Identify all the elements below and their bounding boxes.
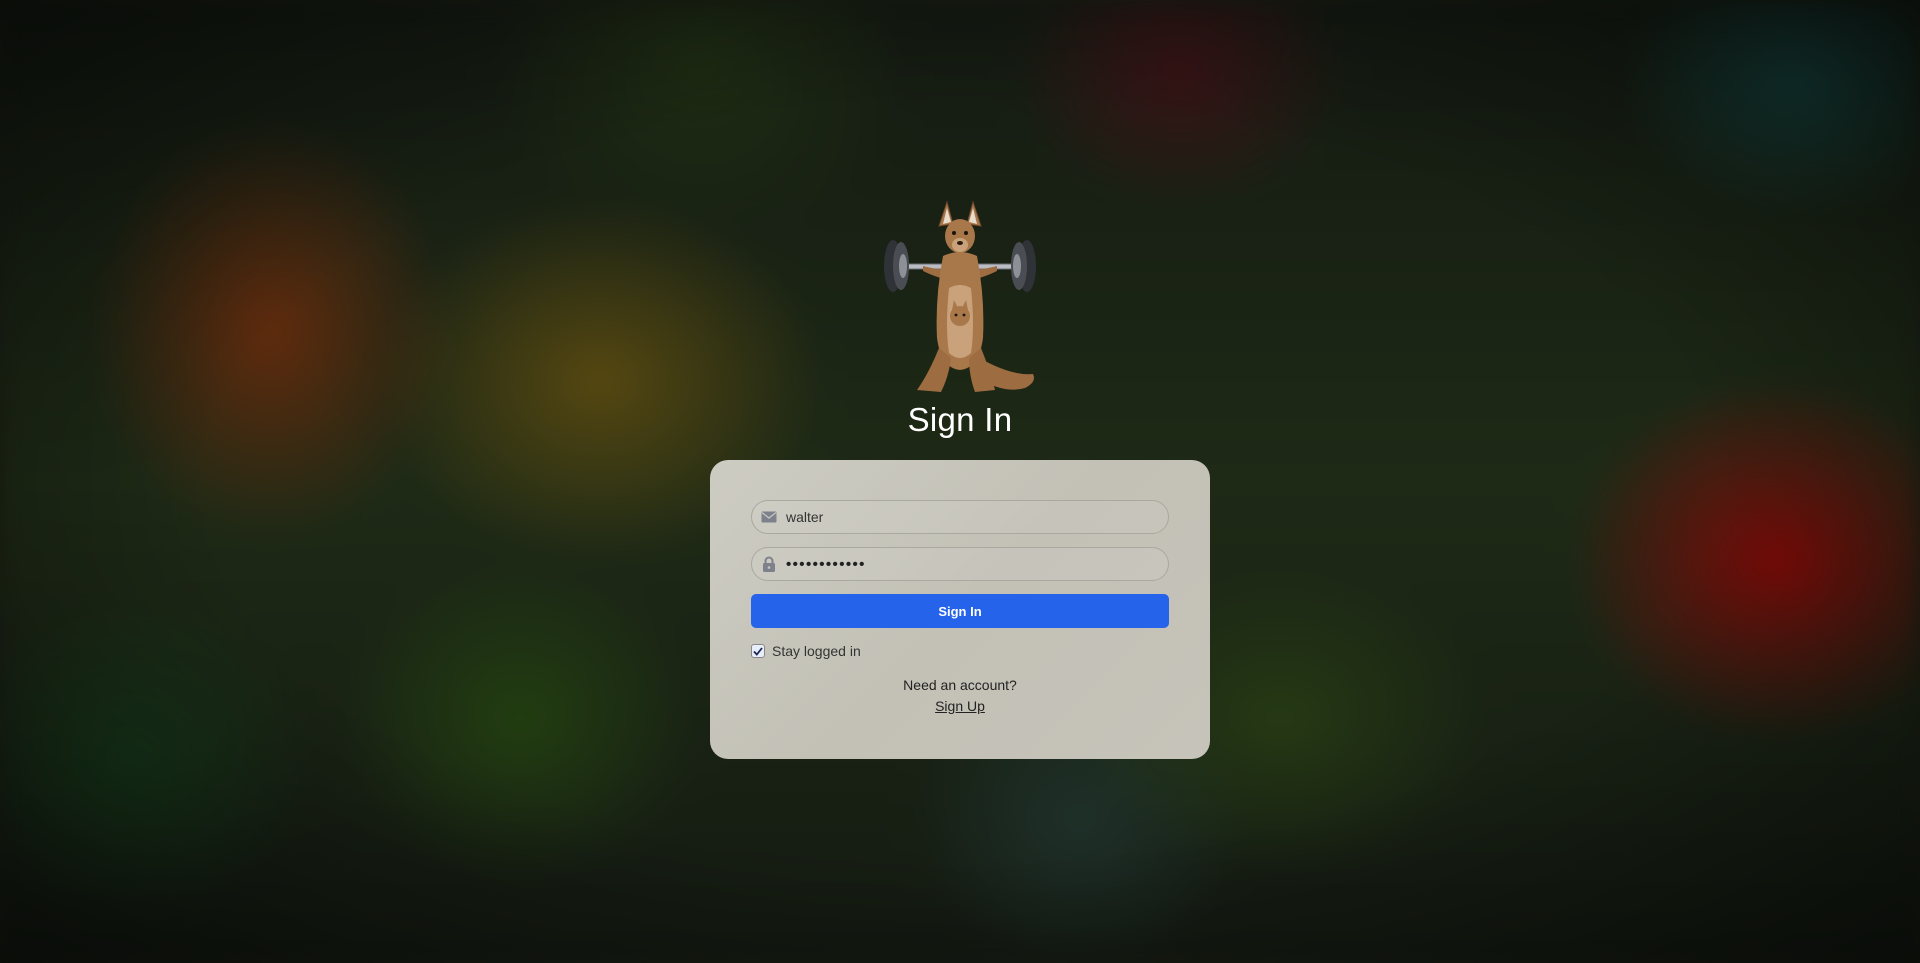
stay-logged-in-row[interactable]: Stay logged in <box>751 643 1169 659</box>
stay-logged-in-label: Stay logged in <box>772 643 861 659</box>
kangaroo-logo-icon <box>884 200 1036 392</box>
password-field[interactable]: •••••••••••• <box>751 547 1169 581</box>
lock-icon <box>760 555 778 573</box>
signup-section: Need an account? Sign Up <box>751 677 1169 714</box>
signup-prompt: Need an account? <box>903 677 1017 693</box>
sign-in-card: •••••••••••• Sign In Stay logged in Need… <box>710 460 1210 759</box>
username-field[interactable] <box>751 500 1169 534</box>
password-input[interactable]: •••••••••••• <box>786 556 866 573</box>
username-input[interactable] <box>786 509 1156 525</box>
sign-in-page: Sign In •••••••••••• Sign In <box>0 0 1920 963</box>
checkmark-icon <box>753 646 763 656</box>
envelope-icon <box>760 508 778 526</box>
page-title: Sign In <box>907 401 1013 438</box>
sign-up-link[interactable]: Sign Up <box>935 698 985 714</box>
sign-in-button[interactable]: Sign In <box>751 594 1169 628</box>
stay-logged-in-checkbox[interactable] <box>751 644 765 658</box>
